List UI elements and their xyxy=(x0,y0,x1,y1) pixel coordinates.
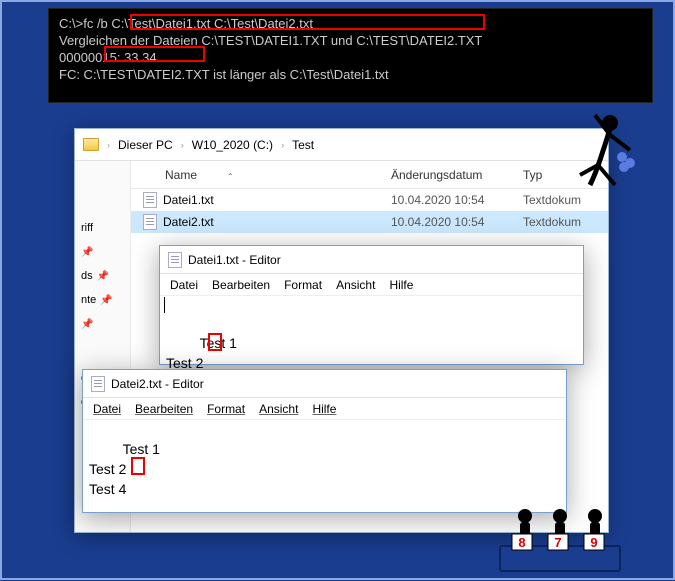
textfile-icon xyxy=(143,214,157,230)
file-row[interactable]: Datei1.txt 10.04.2020 10:54 Textdokum xyxy=(131,189,608,211)
breadcrumb-pc[interactable]: Dieser PC xyxy=(118,138,173,152)
menubar: Datei Bearbeiten Format Ansicht Hilfe xyxy=(160,274,583,296)
chevron-right-icon: › xyxy=(281,140,284,150)
menu-edit[interactable]: Bearbeiten xyxy=(212,278,270,292)
column-headers: Name⌃ Änderungsdatum Typ xyxy=(131,161,608,189)
score-8: 8 xyxy=(518,535,525,550)
sidebar-item[interactable]: 📌 xyxy=(75,240,130,264)
window-title: Datei1.txt - Editor xyxy=(188,253,281,267)
menu-format[interactable]: Format xyxy=(207,402,245,416)
menubar: Datei Bearbeiten Format Ansicht Hilfe xyxy=(83,398,566,420)
breadcrumb-bar: › Dieser PC › W10_2020 (C:) › Test xyxy=(75,129,608,161)
menu-view[interactable]: Ansicht xyxy=(336,278,375,292)
menu-file[interactable]: Datei xyxy=(170,278,198,292)
menu-help[interactable]: Hilfe xyxy=(312,402,336,416)
file-name: Datei2.txt xyxy=(163,215,214,229)
sidebar-item[interactable]: nte 📌 xyxy=(75,288,130,312)
menu-file[interactable]: Datei xyxy=(93,402,121,416)
sidebar-item[interactable]: 📌 xyxy=(75,312,130,336)
pin-icon: 📌 xyxy=(100,295,112,306)
document-icon xyxy=(91,376,105,392)
notepad-window-datei1[interactable]: Datei1.txt - Editor Datei Bearbeiten For… xyxy=(159,245,584,365)
highlight-box-command xyxy=(130,14,485,30)
sidebar-item[interactable]: ds 📌 xyxy=(75,264,130,288)
sidebar-label: nte xyxy=(81,294,96,306)
cmd-window: C:\>fc /b C:\Test\Datei1.txt C:\Test\Dat… xyxy=(48,8,653,103)
sidebar-label: ds xyxy=(81,270,93,282)
file-date: 10.04.2020 10:54 xyxy=(391,193,523,207)
menu-edit[interactable]: Bearbeiten xyxy=(135,402,193,416)
document-icon xyxy=(168,252,182,268)
menu-view[interactable]: Ansicht xyxy=(259,402,298,416)
pin-icon: 📌 xyxy=(81,319,93,330)
file-row-selected[interactable]: Datei2.txt 10.04.2020 10:54 Textdokum xyxy=(131,211,608,233)
column-name[interactable]: Name ⌃ xyxy=(131,168,391,182)
notepad-window-datei2[interactable]: Datei2.txt - Editor Datei Bearbeiten For… xyxy=(82,369,567,513)
breadcrumb-drive[interactable]: W10_2020 (C:) xyxy=(192,138,273,152)
decorative-figure-judges: 8 7 9 xyxy=(490,496,630,576)
prompt: C:\> xyxy=(59,16,83,31)
folder-icon xyxy=(83,138,99,151)
text-content: Test 1 Test 2 Test 4 xyxy=(89,441,160,497)
titlebar[interactable]: Datei2.txt - Editor xyxy=(83,370,566,398)
chevron-right-icon: › xyxy=(107,140,110,150)
menu-format[interactable]: Format xyxy=(284,278,322,292)
file-name: Datei1.txt xyxy=(163,193,214,207)
sort-ascending-icon: ⌃ xyxy=(227,172,234,181)
pin-icon: 📌 xyxy=(81,247,93,258)
highlight-box-char4 xyxy=(131,457,145,475)
highlight-box-diff xyxy=(104,46,205,62)
column-label: Name xyxy=(165,168,197,182)
text-caret xyxy=(164,297,165,313)
decorative-figure-climber xyxy=(560,105,640,235)
sidebar-item[interactable]: riff xyxy=(75,216,130,240)
sidebar-label: riff xyxy=(81,222,93,234)
term-output-3: FC: C:\TEST\DATEI2.TXT ist länger als C:… xyxy=(59,66,642,83)
breadcrumb-folder[interactable]: Test xyxy=(292,138,314,152)
column-date[interactable]: Änderungsdatum xyxy=(391,168,523,182)
textfile-icon xyxy=(143,192,157,208)
file-date: 10.04.2020 10:54 xyxy=(391,215,523,229)
chevron-right-icon: › xyxy=(181,140,184,150)
titlebar[interactable]: Datei1.txt - Editor xyxy=(160,246,583,274)
score-7: 7 xyxy=(554,535,561,550)
window-title: Datei2.txt - Editor xyxy=(111,377,204,391)
score-9: 9 xyxy=(590,535,597,550)
pin-icon: 📌 xyxy=(97,271,109,282)
menu-help[interactable]: Hilfe xyxy=(389,278,413,292)
highlight-box-char3 xyxy=(208,333,222,351)
